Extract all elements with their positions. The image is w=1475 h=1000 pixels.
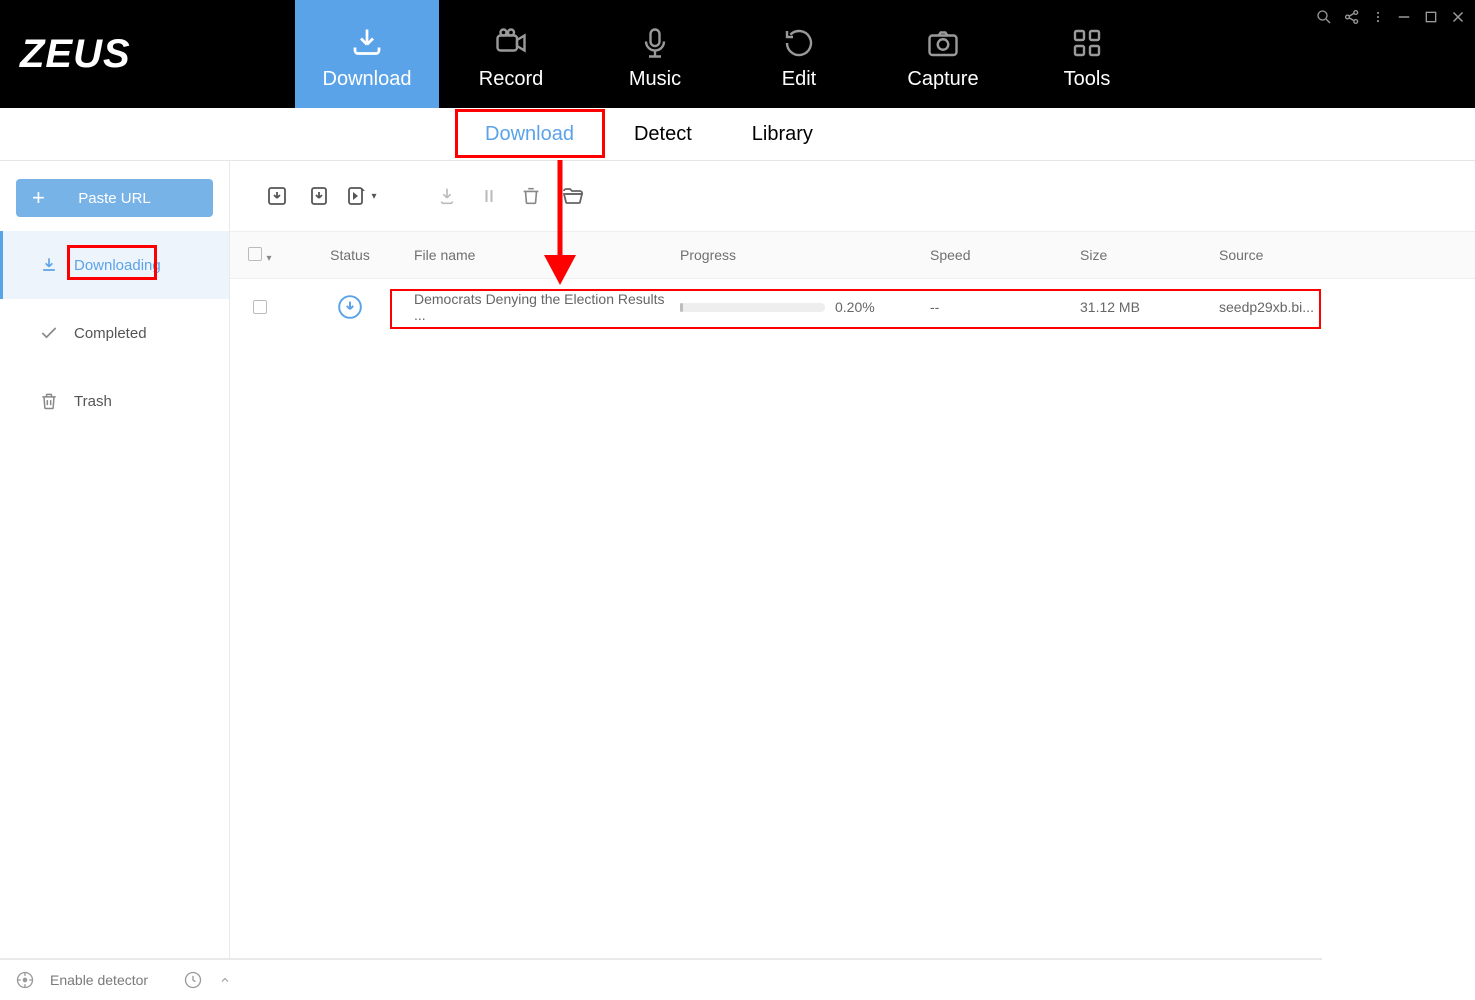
table-header: ▾ Status File name Progress Speed Size S… (230, 231, 1475, 279)
download-icon (349, 18, 385, 68)
subtab-library[interactable]: Library (722, 108, 843, 161)
statusbar: Enable detector (0, 958, 1322, 1000)
row-source: seedp29xb.bi... (1215, 299, 1475, 315)
topnav-tools-label: Tools (1064, 68, 1111, 91)
sidebar-item-trash[interactable]: Trash (0, 367, 229, 435)
row-speed: -- (930, 299, 1080, 315)
paste-url-button[interactable]: + Paste URL (16, 179, 213, 217)
topnav: Download Record Music (295, 0, 1159, 108)
app-logo: ZEUS (0, 0, 295, 108)
completed-icon (38, 323, 60, 343)
subtab-library-label: Library (752, 123, 813, 146)
topnav-edit-label: Edit (782, 68, 816, 91)
close-button[interactable] (1449, 8, 1467, 31)
expand-up-icon[interactable] (218, 974, 232, 986)
topnav-capture[interactable]: Capture (871, 0, 1015, 108)
row-progress: 0.20% (680, 299, 930, 315)
col-filename[interactable]: File name (410, 247, 680, 263)
detector-label[interactable]: Enable detector (50, 972, 148, 988)
minimize-button[interactable] (1395, 8, 1413, 31)
downloading-icon (38, 255, 60, 275)
col-status[interactable]: Status (290, 247, 410, 263)
sidebar-completed-label: Completed (74, 325, 147, 342)
share-icon[interactable] (1343, 8, 1361, 31)
edit-icon (781, 18, 817, 68)
sidebar: + Paste URL Downloading Completed Trash (0, 161, 230, 958)
toolbar: ▾ (230, 161, 1475, 231)
progress-text: 0.20% (835, 299, 875, 315)
progress-bar (680, 303, 825, 312)
download-one-button[interactable] (302, 179, 336, 213)
resume-button[interactable] (430, 179, 464, 213)
sidebar-item-completed[interactable]: Completed (0, 299, 229, 367)
topnav-edit[interactable]: Edit (727, 0, 871, 108)
row-checkbox[interactable] (230, 300, 290, 314)
search-icon[interactable] (1315, 8, 1333, 31)
detector-icon[interactable] (14, 970, 36, 990)
subtab-detect[interactable]: Detect (604, 108, 722, 161)
topnav-download[interactable]: Download (295, 0, 439, 108)
plus-icon: + (32, 185, 45, 211)
paste-url-label: Paste URL (78, 190, 151, 207)
pause-button[interactable] (472, 179, 506, 213)
record-icon (493, 18, 529, 68)
topnav-music[interactable]: Music (583, 0, 727, 108)
topnav-record[interactable]: Record (439, 0, 583, 108)
row-status-icon (290, 294, 410, 320)
window-controls (1315, 8, 1467, 31)
capture-icon (925, 18, 961, 68)
topbar: ZEUS Download Record (0, 0, 1475, 108)
convert-button[interactable]: ▾ (344, 179, 378, 213)
subtab-detect-label: Detect (634, 123, 692, 146)
batch-download-button[interactable] (260, 179, 294, 213)
music-icon (637, 18, 673, 68)
body: + Paste URL Downloading Completed Trash (0, 161, 1475, 958)
sidebar-item-downloading[interactable]: Downloading (0, 231, 229, 299)
col-speed[interactable]: Speed (930, 247, 1080, 263)
topnav-capture-label: Capture (907, 68, 978, 91)
tools-icon (1069, 18, 1105, 68)
open-folder-button[interactable] (556, 179, 590, 213)
content: ▾ ▾ Status File name Progress Speed (230, 161, 1475, 958)
more-icon[interactable] (1371, 8, 1385, 31)
col-source[interactable]: Source (1215, 247, 1475, 263)
subtab-download[interactable]: Download (455, 108, 604, 161)
delete-button[interactable] (514, 179, 548, 213)
table-row[interactable]: Democrats Denying the Election Results .… (230, 279, 1475, 335)
chevron-down-icon: ▾ (371, 191, 376, 202)
topnav-music-label: Music (629, 68, 681, 91)
col-progress[interactable]: Progress (680, 247, 930, 263)
col-size[interactable]: Size (1080, 247, 1215, 263)
subtabs: Download Detect Library (0, 108, 1475, 161)
sidebar-downloading-label: Downloading (74, 257, 161, 274)
trash-icon (38, 391, 60, 411)
row-filename: Democrats Denying the Election Results .… (410, 291, 680, 323)
row-size: 31.12 MB (1080, 299, 1215, 315)
topnav-record-label: Record (479, 68, 543, 91)
schedule-icon[interactable] (182, 970, 204, 990)
subtab-download-label: Download (485, 123, 574, 146)
topnav-tools[interactable]: Tools (1015, 0, 1159, 108)
topnav-download-label: Download (323, 68, 412, 91)
sidebar-trash-label: Trash (74, 393, 112, 410)
maximize-button[interactable] (1423, 9, 1439, 30)
header-checkbox[interactable]: ▾ (230, 247, 290, 264)
